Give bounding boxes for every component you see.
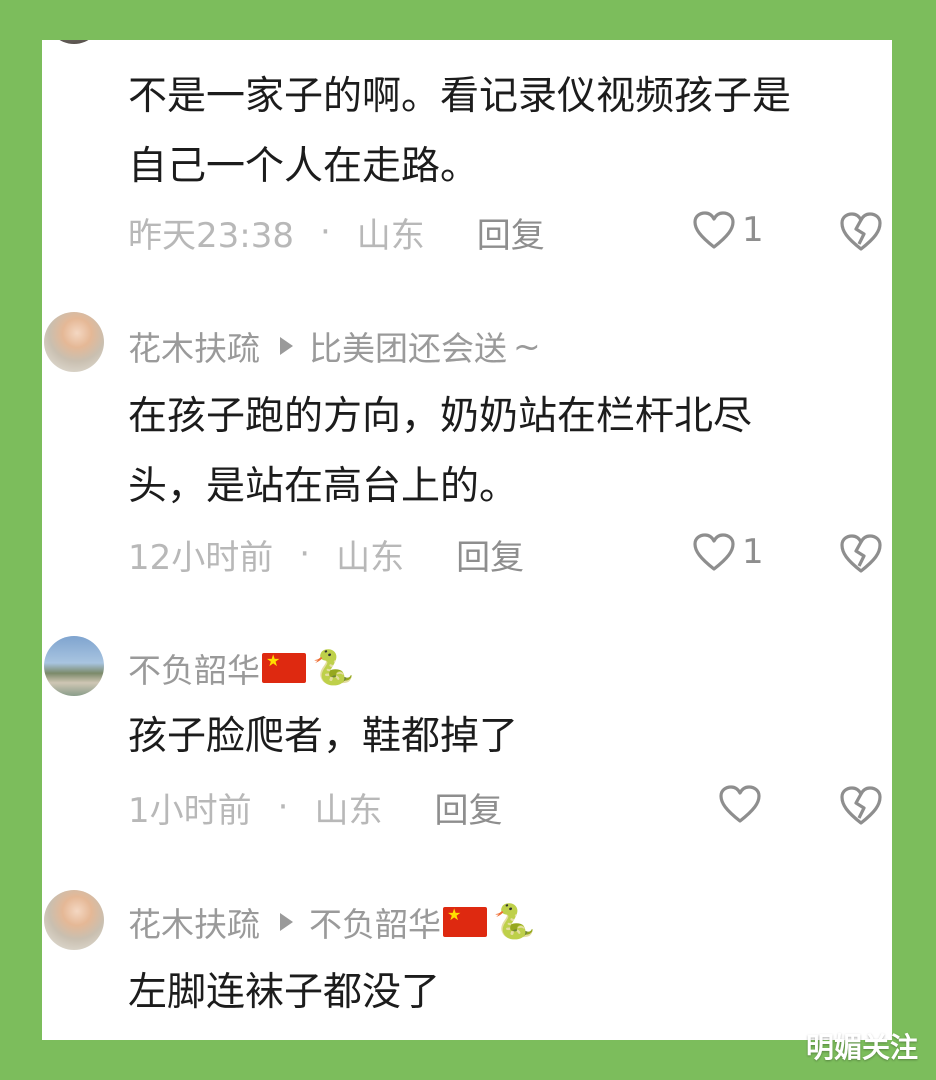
author-name[interactable]: 花木扶疏 [128,322,260,370]
comment-meta: 1小时前 · 山东 回复 [128,782,502,832]
comment-body: 左脚连袜子都没了 [128,970,441,1015]
comment-time: 1小时前 [128,790,252,831]
separator: · [299,534,311,574]
avatar[interactable] [44,312,104,372]
dislike-button[interactable] [838,210,884,256]
china-flag-icon [443,905,487,937]
play-triangle-icon [280,913,293,931]
comment-time: 12小时前 [128,537,274,578]
avatar[interactable] [46,40,102,44]
broken-heart-icon [840,534,882,573]
reply-to-name[interactable]: 不负韶华 [309,898,441,946]
comment-author-row: 花木扶疏 比美团还会送 ~ [128,322,541,370]
like-button[interactable]: 1 [692,532,764,572]
snake-emoji-icon: 🐍 [493,902,536,942]
avatar[interactable] [44,890,104,950]
reply-button[interactable]: 回复 [477,208,545,257]
reply-button[interactable]: 回复 [434,783,502,832]
author-name[interactable]: 不负韶华 [128,644,260,692]
dislike-button[interactable] [838,784,884,830]
author-name[interactable]: 花木扶疏 [128,898,260,946]
comment-meta: 12小时前 · 山东 回复 [128,529,524,579]
snake-emoji-icon: 🐍 [312,648,355,688]
reply-to-suffix: ~ [513,326,541,366]
heart-outline-icon [693,211,735,249]
like-button[interactable]: 1 [692,210,764,250]
comment-time: 昨天23:38 [128,215,294,256]
broken-heart-icon [840,786,882,825]
heart-outline-icon [719,785,761,823]
comment-author-row: 花木扶疏 不负韶华 🐍 [128,900,535,944]
comment-body: 不是一家子的啊。看记录仪视频孩子是 自己一个人在走路。 [128,74,792,189]
play-triangle-icon [280,337,293,355]
comment-body: 在孩子跑的方向，奶奶站在栏杆北尽 头，是站在高台上的。 [128,394,753,509]
comment-location: 山东 [336,537,405,578]
comment-panel: 不是一家子的啊。看记录仪视频孩子是 自己一个人在走路。 昨天23:38 · 山东… [42,40,892,1040]
separator: · [277,787,289,827]
like-button[interactable] [718,784,762,824]
reply-to-name[interactable]: 比美团还会送 [309,322,507,370]
avatar[interactable] [44,636,104,696]
like-count: 1 [742,532,764,572]
watermark: 明媚关注 [805,1031,918,1064]
comment-author-row: 不负韶华 🐍 [128,646,354,690]
comment-location: 山东 [314,790,383,831]
heart-outline-icon [693,533,735,571]
comment-body: 孩子脸爬者，鞋都掉了 [128,714,519,759]
separator: · [319,212,331,252]
china-flag-icon [262,651,306,683]
reply-button[interactable]: 回复 [456,530,524,579]
comment-location: 山东 [356,215,425,256]
broken-heart-icon [840,212,882,251]
like-count: 1 [742,210,764,250]
comment-meta: 昨天23:38 · 山东 回复 [128,207,545,257]
dislike-button[interactable] [838,532,884,578]
